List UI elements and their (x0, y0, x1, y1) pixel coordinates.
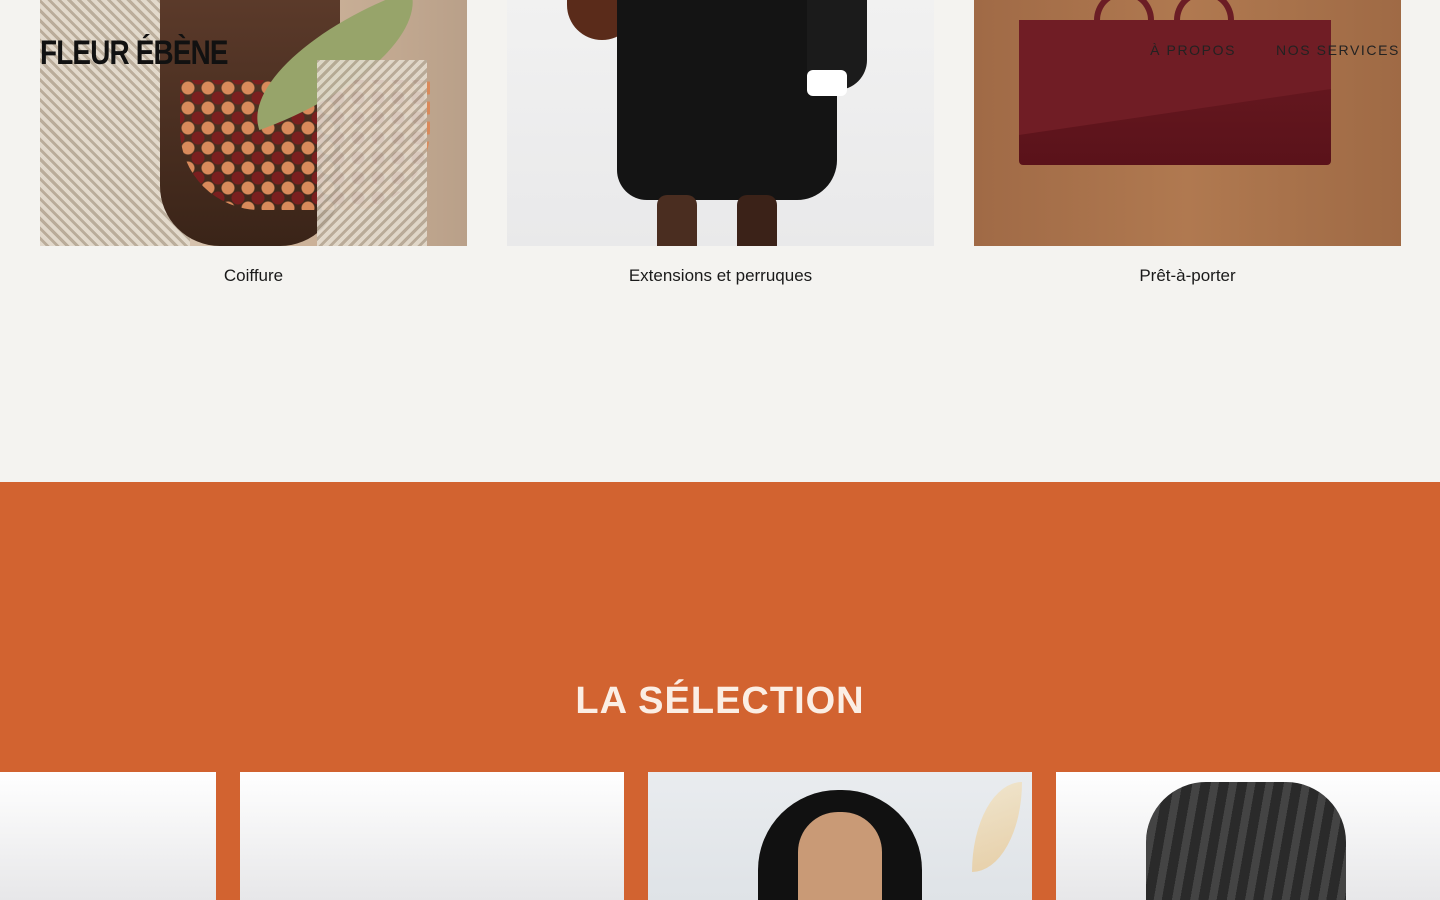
category-label-pret-a-porter[interactable]: Prêt-à-porter (974, 266, 1401, 286)
site-header: FLEUR ÉBÈNE À PROPOS NOS SERVICES (0, 0, 1440, 100)
category-label-extensions[interactable]: Extensions et perruques (507, 266, 934, 286)
product-image (972, 782, 1022, 872)
product-card[interactable] (648, 772, 1032, 900)
product-card[interactable] (240, 772, 624, 900)
category-label-coiffure[interactable]: Coiffure (40, 266, 467, 286)
nav-link-about[interactable]: À PROPOS (1150, 42, 1236, 58)
nav-link-services[interactable]: NOS SERVICES (1276, 42, 1400, 58)
product-card[interactable] (1056, 772, 1440, 900)
selection-title: LA SÉLECTION (575, 680, 865, 722)
product-carousel (0, 772, 1440, 900)
selection-section: LA SÉLECTION (0, 482, 1440, 900)
product-card[interactable] (0, 772, 216, 900)
site-logo[interactable]: FLEUR ÉBÈNE (40, 34, 229, 73)
hair-bundle-image (1146, 782, 1346, 900)
main-nav: À PROPOS NOS SERVICES (1150, 42, 1400, 58)
